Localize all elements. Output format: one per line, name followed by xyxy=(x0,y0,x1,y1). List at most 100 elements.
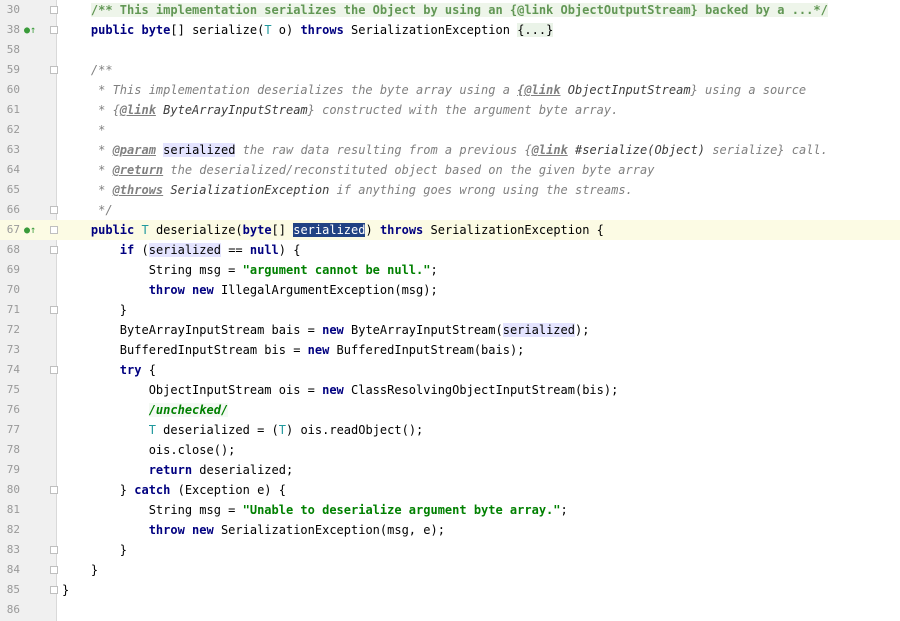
line-number: 72 xyxy=(6,323,20,336)
code-line[interactable]: 79 return deserialized; xyxy=(0,460,900,480)
code-line[interactable]: 64 * @return the deserialized/reconstitu… xyxy=(0,160,900,180)
code-line[interactable]: 70 throw new IllegalArgumentException(ms… xyxy=(0,280,900,300)
code-token: serialized xyxy=(163,143,236,157)
code-text: ois.close(); xyxy=(62,440,236,460)
code-token: if anything goes wrong using the streams… xyxy=(329,183,633,197)
code-token: IllegalArgumentException(msg); xyxy=(220,283,438,297)
code-token: throw new xyxy=(148,283,221,297)
line-number: 38 xyxy=(6,23,20,36)
code-line[interactable]: 80 } catch (Exception e) { xyxy=(0,480,900,500)
code-line[interactable]: 85} xyxy=(0,580,900,600)
code-token: ByteArrayInputStream bais = xyxy=(62,323,323,337)
code-token: } xyxy=(62,303,128,317)
code-token: @throws xyxy=(112,183,164,197)
code-line[interactable]: 71 } xyxy=(0,300,900,320)
code-text: } catch (Exception e) { xyxy=(62,480,286,500)
code-line[interactable]: 62 * xyxy=(0,120,900,140)
code-token: "Unable to deserialize argument byte arr… xyxy=(242,503,561,517)
code-text: } xyxy=(62,580,69,600)
code-line[interactable]: 75 ObjectInputStream ois = new ClassReso… xyxy=(0,380,900,400)
code-line[interactable]: 68 if (serialized == null) { xyxy=(0,240,900,260)
code-line[interactable]: 60 * This implementation deserializes th… xyxy=(0,80,900,100)
code-line[interactable]: 67 ●↑ public T deserialize(byte[] seriali… xyxy=(0,220,900,240)
override-icon[interactable]: ●↑ xyxy=(24,226,36,236)
code-token: } xyxy=(62,543,128,557)
fold-toggle-icon[interactable] xyxy=(50,306,58,314)
code-line[interactable]: 58 xyxy=(0,40,900,60)
fold-toggle-icon[interactable] xyxy=(50,486,58,494)
code-token: SerializationException xyxy=(163,183,330,197)
code-token: ); xyxy=(574,323,590,337)
code-token: {@link xyxy=(517,83,561,97)
line-number: 67 xyxy=(6,223,20,236)
code-line[interactable]: 59 /** xyxy=(0,60,900,80)
code-line[interactable]: 30 /** This implementation serializes th… xyxy=(0,0,900,20)
code-line[interactable]: 76 /unchecked/ xyxy=(0,400,900,420)
code-token: T xyxy=(278,423,286,437)
code-text: */ xyxy=(62,200,112,220)
code-token: } xyxy=(62,583,70,597)
code-text: /** xyxy=(62,60,113,80)
code-token: deserialized = ( xyxy=(155,423,279,437)
code-line[interactable]: 81 String msg = "Unable to deserialize a… xyxy=(0,500,900,520)
code-line[interactable]: 74 try { xyxy=(0,360,900,380)
code-token: * xyxy=(62,163,113,177)
code-line[interactable]: 65 * @throws SerializationException if a… xyxy=(0,180,900,200)
code-line[interactable]: 38 ●↑ public byte[] serialize(T o) throws… xyxy=(0,20,900,40)
code-line[interactable]: 69 String msg = "argument cannot be null… xyxy=(0,260,900,280)
code-token: null xyxy=(249,243,279,257)
line-number: 71 xyxy=(6,303,20,316)
code-text: throw new SerializationException(msg, e)… xyxy=(62,520,445,540)
code-token: SerializationException { xyxy=(430,223,604,237)
code-token: T xyxy=(141,223,149,237)
line-number: 66 xyxy=(6,203,20,216)
code-token: @link xyxy=(119,103,156,117)
code-line[interactable]: 66 */ xyxy=(0,200,900,220)
code-line[interactable]: 84 } xyxy=(0,560,900,580)
code-line[interactable]: 83 } xyxy=(0,540,900,560)
code-line[interactable]: 86 xyxy=(0,600,900,620)
code-token: } xyxy=(62,483,135,497)
fold-toggle-icon[interactable] xyxy=(50,586,58,594)
code-text: try { xyxy=(62,360,156,380)
code-token: @return xyxy=(112,163,164,177)
code-text: * {@link ByteArrayInputStream} construct… xyxy=(62,100,618,120)
line-number: 73 xyxy=(6,343,20,356)
fold-toggle-icon[interactable] xyxy=(50,226,58,234)
code-token: SerializationException xyxy=(351,23,518,37)
line-number: 76 xyxy=(6,403,20,416)
code-text: * This implementation deserializes the b… xyxy=(62,80,806,100)
code-token: serialized xyxy=(293,223,366,237)
code-line[interactable]: 78 ois.close(); xyxy=(0,440,900,460)
code-text: String msg = "argument cannot be null."; xyxy=(62,260,438,280)
code-line[interactable]: 73 BufferedInputStream bis = new Buffere… xyxy=(0,340,900,360)
code-line[interactable]: 61 * {@link ByteArrayInputStream} constr… xyxy=(0,100,900,120)
code-line[interactable]: 82 throw new SerializationException(msg,… xyxy=(0,520,900,540)
code-text: public T deserialize(byte[] serialized) … xyxy=(62,220,604,240)
code-token: ByteArrayInputStream( xyxy=(351,323,503,337)
code-token: ) xyxy=(365,223,380,237)
fold-toggle-icon[interactable] xyxy=(50,206,58,214)
code-line[interactable]: 77 T deserialized = (T) ois.readObject()… xyxy=(0,420,900,440)
fold-toggle-icon[interactable] xyxy=(50,6,58,14)
code-token: throw new xyxy=(148,523,221,537)
override-icon[interactable]: ●↑ xyxy=(24,26,36,36)
fold-toggle-icon[interactable] xyxy=(50,246,58,254)
code-token: return xyxy=(148,463,200,477)
code-token: @link xyxy=(531,143,568,157)
fold-toggle-icon[interactable] xyxy=(50,566,58,574)
fold-toggle-icon[interactable] xyxy=(50,366,58,374)
code-line[interactable]: 63 * @param serialized the raw data resu… xyxy=(0,140,900,160)
code-text: * @param serialized the raw data resulti… xyxy=(62,140,828,160)
line-number: 70 xyxy=(6,283,20,296)
fold-toggle-icon[interactable] xyxy=(50,66,58,74)
line-number: 63 xyxy=(6,143,20,156)
code-token: BufferedInputStream(bais); xyxy=(336,343,525,357)
fold-toggle-icon[interactable] xyxy=(50,26,58,34)
code-line[interactable]: 72 ByteArrayInputStream bais = new ByteA… xyxy=(0,320,900,340)
fold-toggle-icon[interactable] xyxy=(50,546,58,554)
code-token: ClassResolvingObjectInputStream(bis); xyxy=(351,383,619,397)
